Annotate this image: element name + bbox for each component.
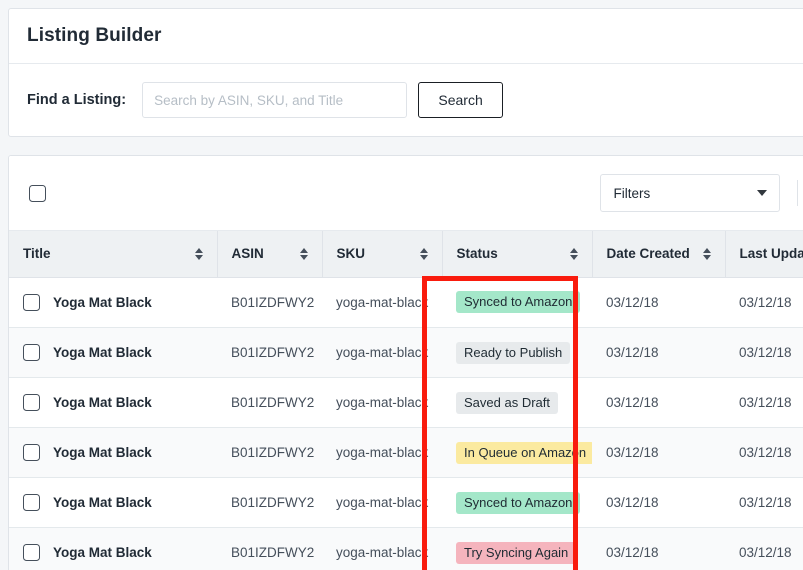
table-body: Yoga Mat Black B01IZDFWY2 yoga-mat-black Sy…: [9, 277, 803, 570]
status-badge: In Queue on Amazon: [456, 441, 592, 464]
cell-sku: yoga-mat-black: [322, 477, 442, 528]
cell-date-created: 03/12/18: [592, 377, 725, 428]
listing-title: Yoga Mat Black: [53, 544, 152, 560]
status-badge: Synced to Amazon: [456, 291, 581, 314]
cell-sku: yoga-mat-black: [322, 377, 442, 428]
cell-date-created: 03/12/18: [592, 277, 725, 328]
find-listing-label: Find a Listing:: [27, 92, 127, 108]
cell-status: Saved as Draft: [442, 377, 592, 428]
filters-dropdown[interactable]: Filters: [600, 174, 781, 212]
cell-date-created: 03/12/18: [592, 427, 725, 478]
cell-title: Yoga Mat Black: [9, 378, 217, 428]
cell-status: Synced to Amazon: [442, 277, 592, 328]
status-badge: Synced to Amazon: [456, 491, 581, 514]
toolbar-divider: [797, 180, 799, 206]
listing-title: Yoga Mat Black: [53, 494, 152, 510]
table-row[interactable]: Yoga Mat Black B01IZDFWY2 yoga-mat-black In…: [9, 427, 803, 478]
search-button[interactable]: Search: [418, 82, 504, 118]
column-header-status[interactable]: Status: [442, 231, 593, 278]
cell-title: Yoga Mat Black: [9, 278, 217, 328]
cell-title: Yoga Mat Black: [9, 427, 217, 478]
cell-last-updated: 03/12/18: [725, 477, 803, 528]
table-row[interactable]: Yoga Mat Black B01IZDFWY2 yoga-mat-black Sy…: [9, 477, 803, 528]
cell-asin: B01IZDFWY2: [217, 327, 322, 378]
cell-title: Yoga Mat Black: [9, 327, 217, 378]
table-header-row: Title ASIN SKU Status Date Created Last …: [9, 231, 803, 278]
column-header-title-label: Title: [23, 246, 51, 262]
column-header-asin-label: ASIN: [231, 246, 264, 262]
panel-header: Listing Builder: [9, 9, 803, 64]
cell-asin: B01IZDFWY2: [217, 277, 322, 328]
row-checkbox[interactable]: [23, 493, 40, 511]
column-header-date-created-label: Date Created: [606, 246, 690, 262]
listing-title: Yoga Mat Black: [53, 394, 152, 410]
cell-sku: yoga-mat-black: [322, 277, 442, 328]
listings-table-panel: Filters Page Title: [8, 155, 803, 570]
select-all-checkbox[interactable]: [29, 184, 46, 202]
cell-status: Synced to Amazon: [442, 477, 592, 528]
column-header-sku-label: SKU: [336, 246, 366, 262]
listing-title: Yoga Mat Black: [53, 344, 152, 360]
find-listing-row: Find a Listing: Search: [9, 64, 803, 136]
sort-status-icon[interactable]: [562, 247, 578, 260]
cell-last-updated: 03/12/18: [725, 377, 803, 428]
cell-asin: B01IZDFWY2: [217, 377, 322, 428]
sort-title-icon[interactable]: [187, 247, 203, 260]
page-title: Listing Builder: [27, 25, 162, 46]
cell-title: Yoga Mat Black: [9, 527, 217, 570]
status-badge: Saved as Draft: [456, 391, 558, 414]
cell-title: Yoga Mat Black: [9, 478, 217, 528]
cell-status: In Queue on Amazon: [442, 427, 592, 478]
column-header-status-label: Status: [456, 246, 498, 262]
cell-date-created: 03/12/18: [592, 527, 725, 570]
column-header-title[interactable]: Title: [9, 231, 218, 278]
listing-title: Yoga Mat Black: [53, 444, 152, 460]
column-header-last-updated[interactable]: Last Updated: [725, 231, 803, 278]
sort-date-created-icon[interactable]: [695, 247, 711, 260]
cell-last-updated: 03/12/18: [725, 277, 803, 328]
cell-sku: yoga-mat-black: [322, 327, 442, 378]
chevron-down-icon: [757, 190, 768, 196]
row-checkbox[interactable]: [23, 293, 40, 311]
column-header-asin[interactable]: ASIN: [217, 231, 323, 278]
status-badge: Try Syncing Again: [456, 541, 577, 564]
cell-date-created: 03/12/18: [592, 327, 725, 378]
filters-dropdown-label: Filters: [613, 185, 651, 201]
table-row[interactable]: Yoga Mat Black B01IZDFWY2 yoga-mat-black Tr…: [9, 527, 803, 570]
listing-title: Yoga Mat Black: [53, 294, 152, 310]
row-checkbox[interactable]: [23, 543, 40, 561]
column-header-last-updated-label: Last Updated: [739, 246, 803, 262]
cell-last-updated: 03/12/18: [725, 527, 803, 570]
sort-asin-icon[interactable]: [292, 247, 308, 260]
cell-sku: yoga-mat-black: [322, 427, 442, 478]
table-toolbar: Filters Page: [9, 156, 803, 231]
cell-last-updated: 03/12/18: [725, 327, 803, 378]
cell-sku: yoga-mat-black: [322, 527, 442, 570]
row-checkbox[interactable]: [23, 343, 40, 361]
row-checkbox[interactable]: [23, 393, 40, 411]
listing-builder-panel: Listing Builder Find a Listing: Search: [8, 8, 803, 137]
row-checkbox[interactable]: [23, 443, 40, 461]
cell-asin: B01IZDFWY2: [217, 527, 322, 570]
cell-status: Try Syncing Again: [442, 527, 592, 570]
page-root: Listing Builder Find a Listing: Search F…: [0, 0, 803, 570]
cell-status: Ready to Publish: [442, 327, 592, 378]
cell-date-created: 03/12/18: [592, 477, 725, 528]
column-header-sku[interactable]: SKU: [322, 231, 443, 278]
toolbar-controls: Filters Page: [600, 174, 803, 212]
search-input[interactable]: [142, 82, 408, 118]
sort-sku-icon[interactable]: [412, 247, 428, 260]
table-row[interactable]: Yoga Mat Black B01IZDFWY2 yoga-mat-black Re…: [9, 327, 803, 378]
table-row[interactable]: Yoga Mat Black B01IZDFWY2 yoga-mat-black Sy…: [9, 277, 803, 328]
cell-last-updated: 03/12/18: [725, 427, 803, 478]
status-badge: Ready to Publish: [456, 341, 571, 364]
table-header: Title ASIN SKU Status Date Created Last …: [9, 231, 803, 278]
listings-table: Title ASIN SKU Status Date Created Last …: [9, 231, 803, 570]
column-header-date-created[interactable]: Date Created: [592, 231, 726, 278]
cell-asin: B01IZDFWY2: [217, 477, 322, 528]
table-row[interactable]: Yoga Mat Black B01IZDFWY2 yoga-mat-black Sa…: [9, 377, 803, 428]
cell-asin: B01IZDFWY2: [217, 427, 322, 478]
